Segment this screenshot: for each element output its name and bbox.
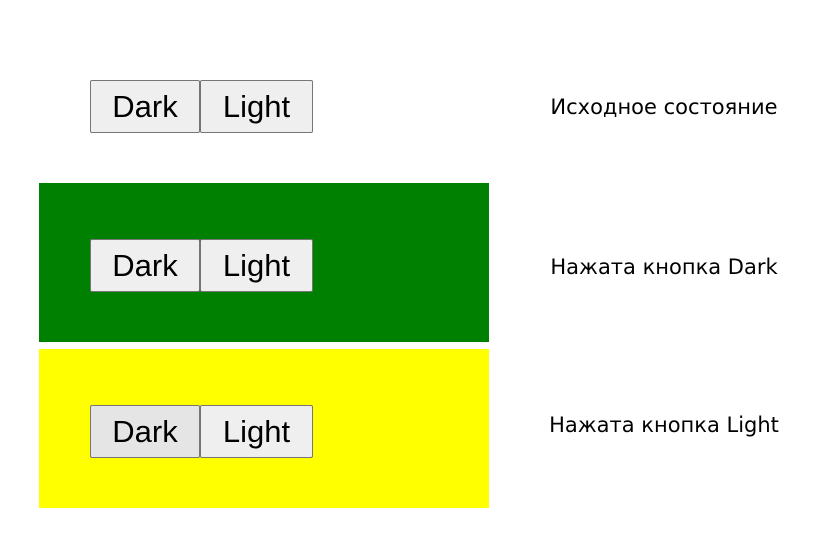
panel-initial-state: Dark Light (39, 24, 489, 182)
panel-light-state: Dark Light (39, 349, 489, 508)
panel-dark-state: Dark Light (39, 183, 489, 342)
dark-button[interactable]: Dark (90, 80, 200, 133)
dark-button[interactable]: Dark (90, 405, 200, 458)
theme-button-group: Dark Light (90, 405, 313, 458)
theme-button-group: Dark Light (90, 239, 313, 292)
caption-initial-state: Исходное состояние (550, 95, 778, 119)
light-button[interactable]: Light (200, 405, 313, 458)
theme-button-group: Dark Light (90, 80, 313, 133)
caption-light-state: Нажата кнопка Light (549, 413, 779, 437)
caption-dark-state: Нажата кнопка Dark (550, 255, 778, 279)
light-button[interactable]: Light (200, 239, 313, 292)
light-button[interactable]: Light (200, 80, 313, 133)
dark-button[interactable]: Dark (90, 239, 200, 292)
